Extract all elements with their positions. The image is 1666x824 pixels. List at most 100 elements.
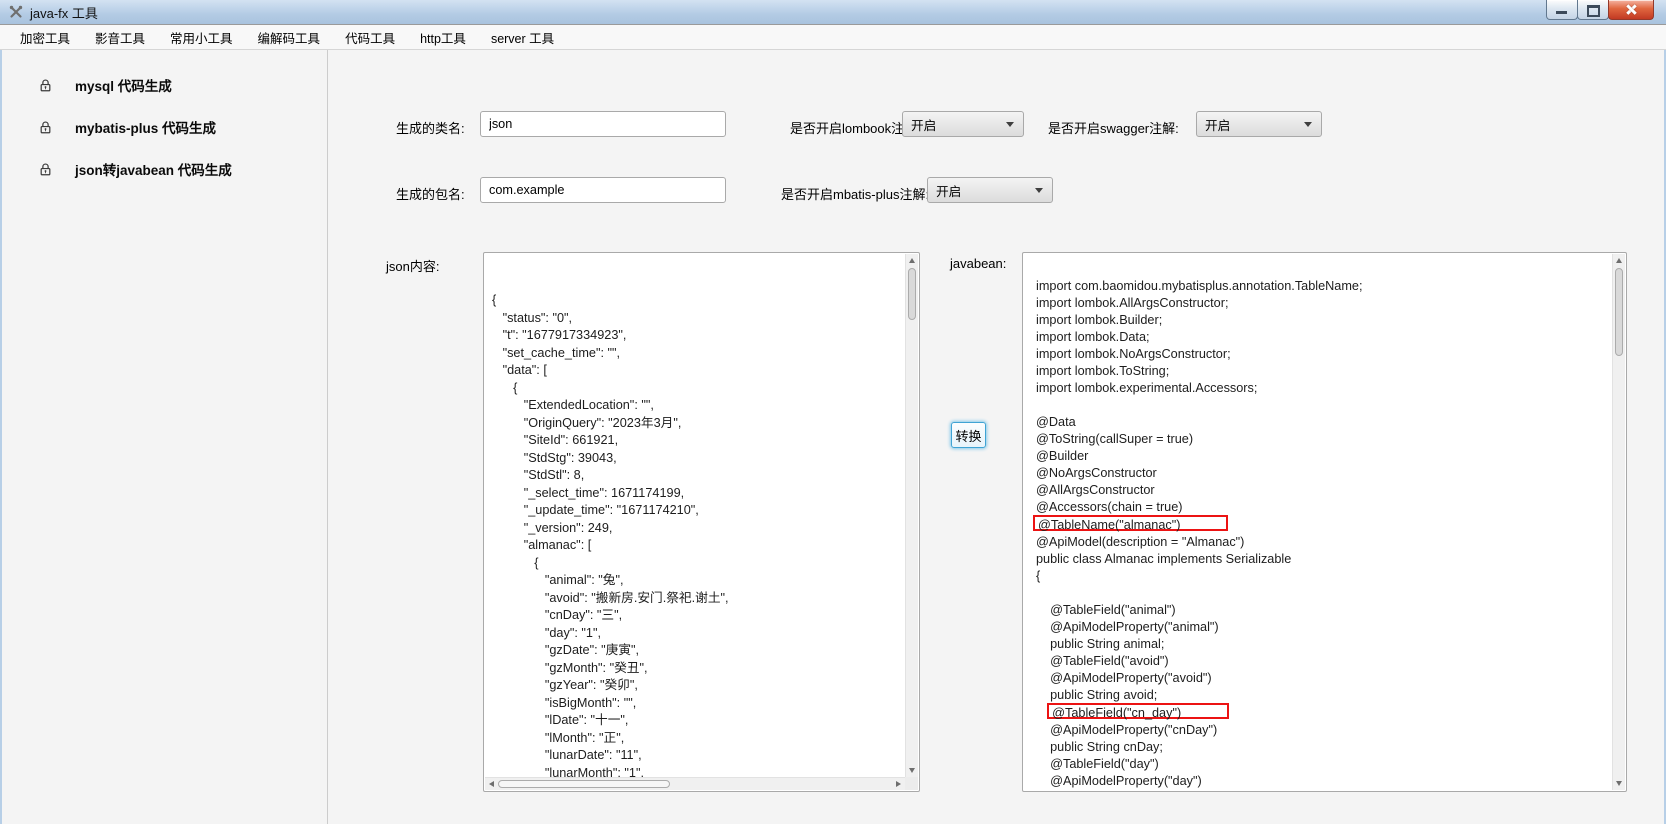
code-line: @AllArgsConstructor — [1036, 482, 1612, 499]
menu-item-server-tools[interactable]: server 工具 — [491, 28, 554, 47]
lombok-select[interactable]: 开启 — [902, 111, 1024, 137]
mybatis-plus-select[interactable]: 开启 — [927, 177, 1053, 203]
code-line: "SiteId": 661921, — [492, 432, 905, 450]
maximize-button[interactable] — [1577, 0, 1609, 20]
code-line — [1036, 397, 1612, 414]
code-line: public class Almanac implements Serializ… — [1036, 551, 1612, 568]
sidebar-item-label: mybatis-plus 代码生成 — [75, 117, 216, 137]
code-line: "OriginQuery": "2023年3月", — [492, 415, 905, 433]
javabean-label: javabean: — [950, 256, 1006, 271]
chevron-down-icon — [1035, 188, 1043, 193]
sidebar-item-label: json转javabean 代码生成 — [75, 159, 232, 179]
code-line: "StdStl": 8, — [492, 467, 905, 485]
code-line: @Builder — [1036, 448, 1612, 465]
menu-item-common-tools[interactable]: 常用小工具 — [170, 28, 233, 47]
javabean-code[interactable]: import com.baomidou.mybatisplus.annotati… — [1024, 254, 1612, 790]
menubar: 加密工具 影音工具 常用小工具 编解码工具 代码工具 http工具 server… — [0, 24, 1666, 50]
lock-icon — [38, 162, 53, 177]
code-line: "isBigMonth": "", — [492, 695, 905, 713]
scroll-right-icon[interactable] — [896, 781, 901, 787]
code-line: "day": "1", — [492, 625, 905, 643]
close-button[interactable] — [1608, 0, 1654, 20]
code-line: "lunarMonth": "1", — [492, 765, 905, 778]
code-line: "gzMonth": "癸丑", — [492, 660, 905, 678]
package-name-input[interactable] — [480, 177, 726, 203]
code-line: "animal": "兔", — [492, 572, 905, 590]
scroll-down-icon[interactable] — [909, 768, 915, 773]
code-line: "StdStg": 39043, — [492, 450, 905, 468]
code-line: "ExtendedLocation": "", — [492, 397, 905, 415]
maximize-icon — [1587, 5, 1600, 17]
code-line: import lombok.ToString; — [1036, 363, 1612, 380]
convert-button[interactable]: 转换 — [951, 422, 986, 448]
highlight-red-box: @TableName("almanac") — [1033, 515, 1228, 531]
app-tools-icon — [8, 4, 24, 20]
javabean-vscroll-thumb[interactable] — [1615, 268, 1623, 356]
scroll-down-icon[interactable] — [1616, 781, 1622, 786]
lombok-selected-value: 开启 — [903, 115, 1006, 134]
code-line: "data": [ — [492, 362, 905, 380]
scroll-up-icon[interactable] — [1616, 258, 1622, 263]
code-line: "cnDay": "三", — [492, 607, 905, 625]
code-line: @Data — [1036, 414, 1612, 431]
json-vscroll-thumb[interactable] — [908, 268, 916, 320]
menu-item-encrypt-tools[interactable]: 加密工具 — [20, 28, 70, 47]
sidebar-item-mybatis-plus-codegen[interactable]: mybatis-plus 代码生成 — [2, 106, 327, 148]
code-line: { — [1036, 568, 1612, 585]
json-content-label: json内容: — [386, 256, 439, 275]
code-line: "almanac": [ — [492, 537, 905, 555]
code-line: "lDate": "十一", — [492, 712, 905, 730]
code-line: @ApiModelProperty("cnDay") — [1036, 722, 1612, 739]
code-line: { — [492, 380, 905, 398]
code-line: @TableName("almanac") — [1036, 516, 1612, 534]
code-line: public String animal; — [1036, 636, 1612, 653]
window-controls — [1547, 0, 1654, 20]
javabean-vertical-scrollbar[interactable] — [1612, 254, 1625, 790]
scroll-left-icon[interactable] — [489, 781, 494, 787]
json-hscroll-thumb[interactable] — [498, 780, 670, 788]
code-line: import com.baomidou.mybatisplus.annotati… — [1036, 278, 1612, 295]
app-window: java-fx 工具 加密工具 影音工具 常用小工具 编解码工具 代码工具 ht… — [0, 0, 1666, 824]
code-line — [1036, 585, 1612, 602]
menu-item-media-tools[interactable]: 影音工具 — [95, 28, 145, 47]
scroll-up-icon[interactable] — [909, 258, 915, 263]
javabean-output-textarea[interactable]: import com.baomidou.mybatisplus.annotati… — [1022, 252, 1627, 792]
class-name-label: 生成的类名: — [396, 118, 465, 137]
chevron-down-icon — [1304, 122, 1312, 127]
code-line: @Accessors(chain = true) — [1036, 499, 1612, 516]
code-line: "gzYear": "癸卯", — [492, 677, 905, 695]
json-code[interactable]: { "status": "0", "t": "1677917334923", "… — [485, 254, 905, 777]
code-line: "set_cache_time": "", — [492, 345, 905, 363]
json-horizontal-scrollbar[interactable] — [485, 777, 905, 790]
sidebar-item-label: mysql 代码生成 — [75, 75, 172, 95]
code-line: "lMonth": "正", — [492, 730, 905, 748]
highlight-red-box: @TableField("cn_day") — [1047, 703, 1229, 719]
menu-item-http-tools[interactable]: http工具 — [420, 28, 466, 47]
code-line: public String avoid; — [1036, 687, 1612, 704]
code-line: "_version": 249, — [492, 520, 905, 538]
code-line: import lombok.Builder; — [1036, 312, 1612, 329]
mybatis-plus-label: 是否开启mbatis-plus注解: — [781, 184, 929, 203]
code-line: import lombok.NoArgsConstructor; — [1036, 346, 1612, 363]
chevron-down-icon — [1006, 122, 1014, 127]
menu-item-code-tools[interactable]: 代码工具 — [345, 28, 395, 47]
code-line: "gzDate": "庚寅", — [492, 642, 905, 660]
sidebar-item-mysql-codegen[interactable]: mysql 代码生成 — [2, 64, 327, 106]
menu-item-codec-tools[interactable]: 编解码工具 — [258, 28, 321, 47]
swagger-select[interactable]: 开启 — [1196, 111, 1322, 137]
code-line: { — [492, 555, 905, 573]
minimize-button[interactable] — [1546, 0, 1578, 20]
swagger-selected-value: 开启 — [1197, 115, 1304, 134]
code-line: @ToString(callSuper = true) — [1036, 431, 1612, 448]
code-line: import lombok.Data; — [1036, 329, 1612, 346]
titlebar[interactable]: java-fx 工具 — [0, 0, 1666, 24]
sidebar-item-json2javabean-codegen[interactable]: json转javabean 代码生成 — [2, 148, 327, 190]
lock-icon — [38, 78, 53, 93]
code-line: import lombok.experimental.Accessors; — [1036, 380, 1612, 397]
code-line: "_select_time": 1671174199, — [492, 485, 905, 503]
code-line: import lombok.AllArgsConstructor; — [1036, 295, 1612, 312]
json-vertical-scrollbar[interactable] — [905, 254, 918, 777]
json-content-textarea[interactable]: { "status": "0", "t": "1677917334923", "… — [483, 252, 920, 792]
code-line: @ApiModelProperty("animal") — [1036, 619, 1612, 636]
class-name-input[interactable] — [480, 111, 726, 137]
